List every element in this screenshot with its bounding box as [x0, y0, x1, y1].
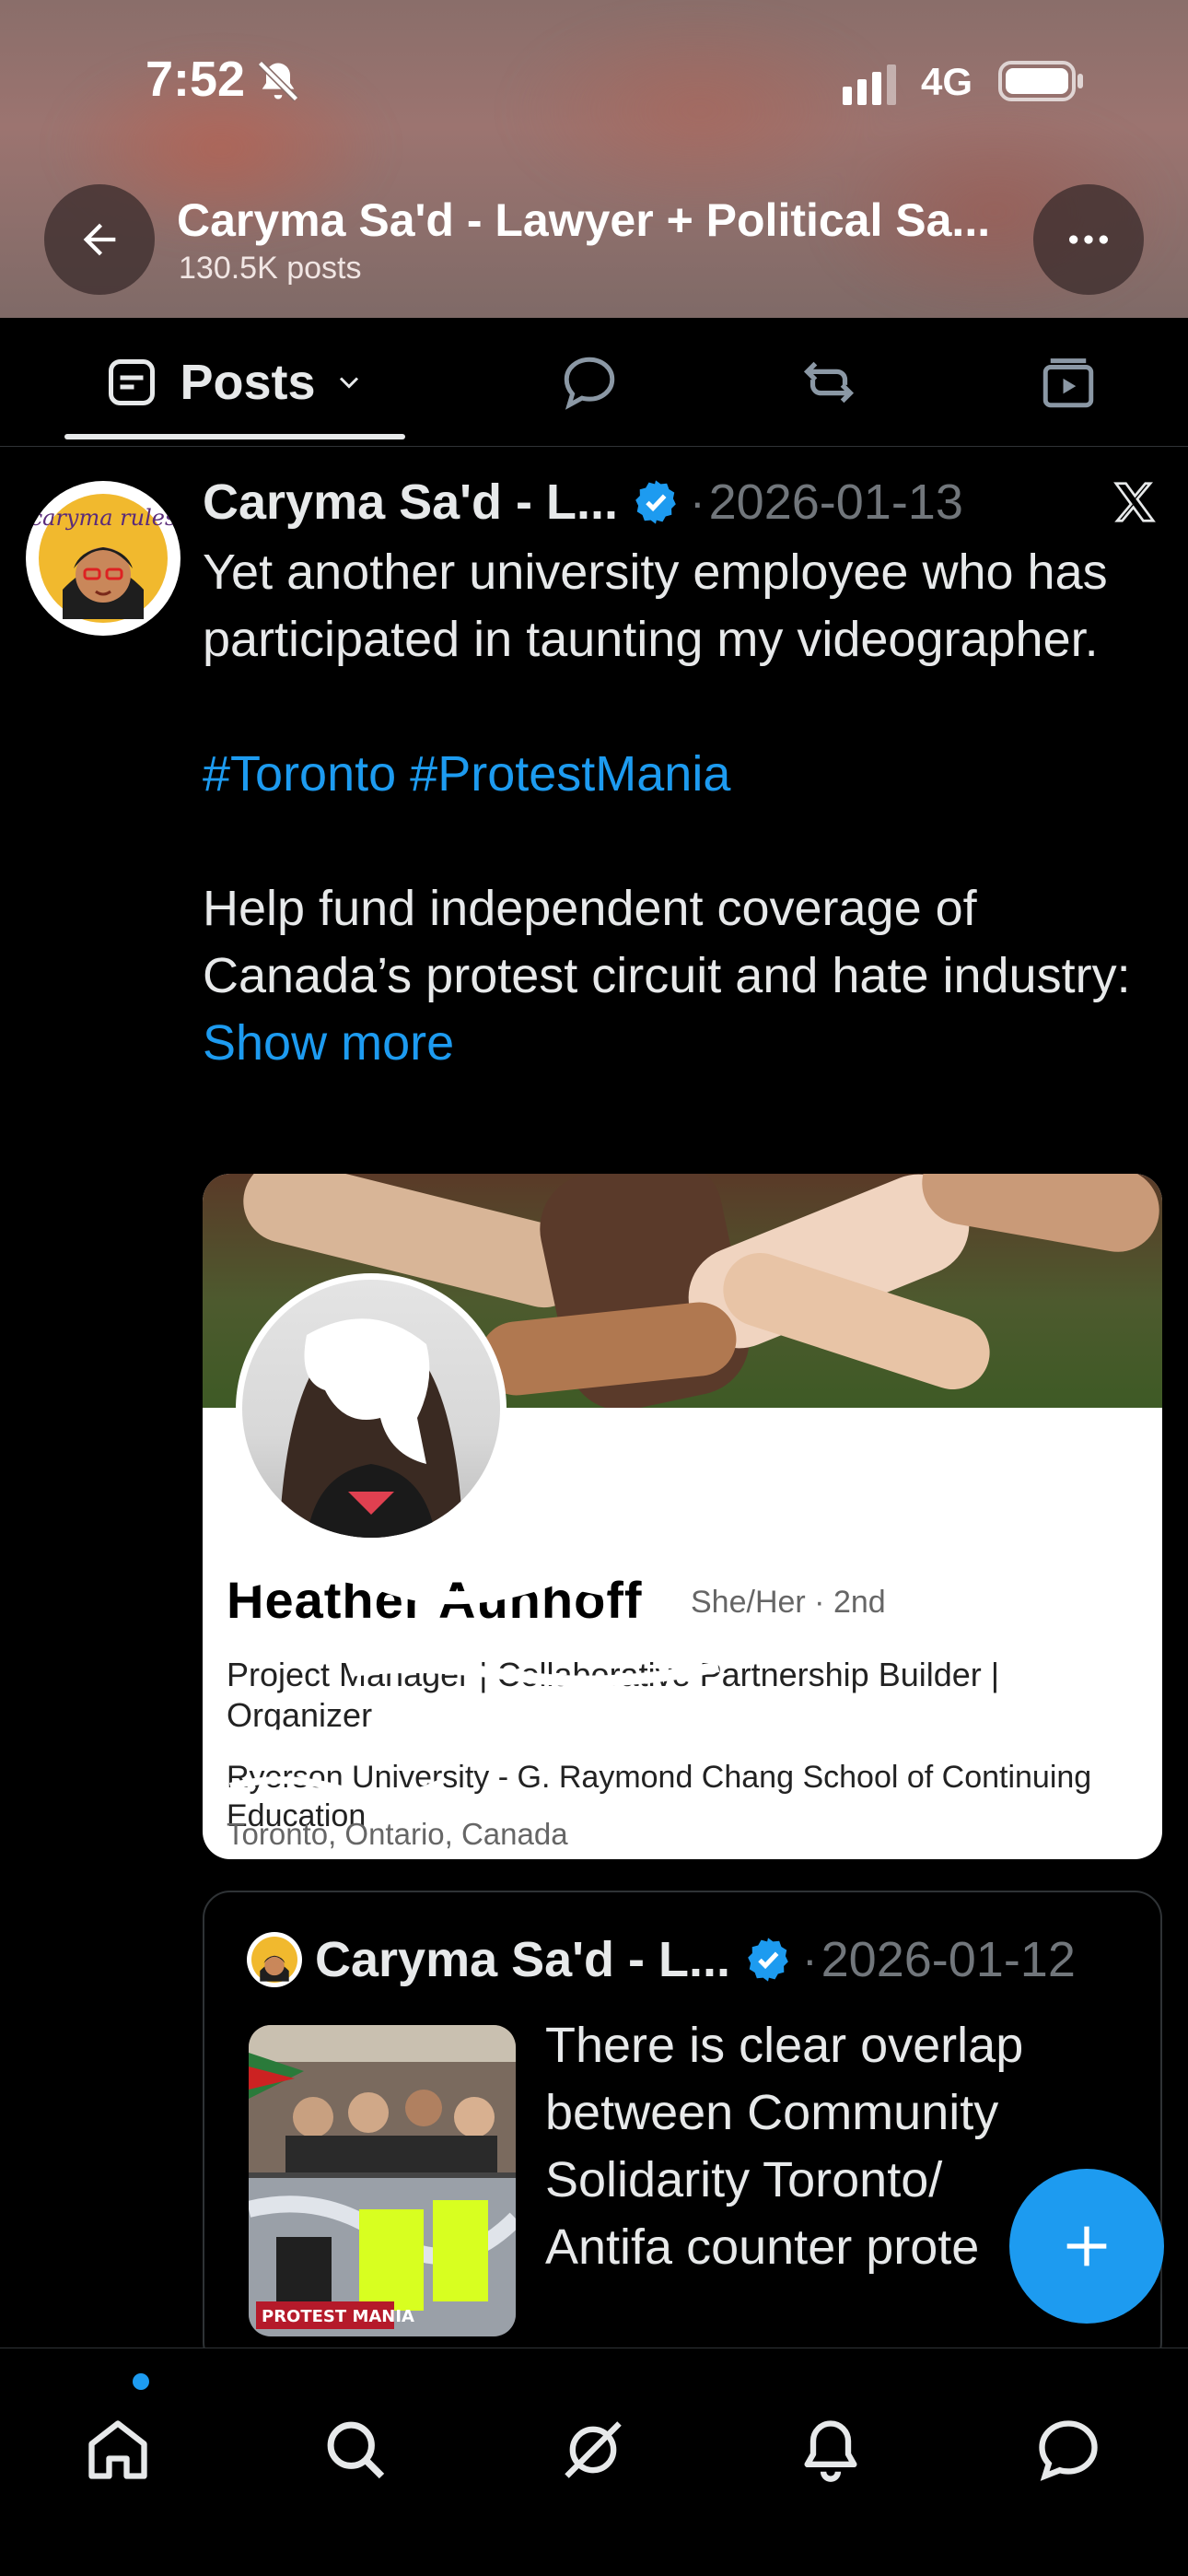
quoted-post[interactable]: Caryma Sa'd - L... · 2026-01-12 PROTEST …	[203, 1891, 1162, 2370]
nav-messages[interactable]	[1022, 2404, 1114, 2496]
quoted-author-avatar	[247, 1932, 302, 1987]
linkedin-location: Toronto, Ontario, Canada	[227, 1817, 568, 1851]
more-options-button[interactable]	[1033, 184, 1144, 295]
messages-icon	[1039, 2420, 1098, 2481]
thumbnail-caption: PROTEST MANIA	[262, 2307, 414, 2326]
bell-icon	[804, 2420, 857, 2482]
profile-tabs: Posts	[0, 318, 1188, 447]
post-separator: ·	[689, 476, 705, 528]
post-header: Caryma Sa'd - L... · 2026-01-13	[203, 470, 963, 534]
header-post-count: 130.5K posts	[179, 251, 362, 286]
post-body: Yet another university employee who has …	[203, 539, 1160, 1077]
plus-icon	[1066, 2226, 1107, 2266]
media-icon	[1042, 358, 1094, 408]
person-photo	[279, 1318, 463, 1538]
status-time: 7:52	[146, 52, 246, 107]
compose-button[interactable]	[1009, 2169, 1164, 2324]
avatar-text: caryma rules	[30, 505, 177, 531]
home-notification-badge	[133, 2373, 149, 2390]
post-image[interactable]: Heather Aunhoff She/Her · 2nd Project Ma…	[203, 1174, 1162, 1859]
show-more-link[interactable]: Show more	[203, 1015, 454, 1071]
post-text-line1: Yet another university employee who has …	[203, 544, 1108, 667]
verified-badge-icon	[635, 480, 676, 524]
profile-photo	[236, 1273, 507, 1544]
signal-icon	[843, 64, 896, 105]
home-icon	[88, 2420, 147, 2479]
profile-header: 7:52 4G Caryma Sa'd - Lawyer + Political…	[0, 0, 1188, 318]
tab-posts-label: Posts	[180, 355, 316, 410]
header-title: Caryma Sa'd - Lawyer + Political Sa...	[177, 194, 991, 246]
linkedin-pronouns: She/Her · 2nd	[691, 1585, 886, 1620]
grok-icon	[565, 2421, 622, 2478]
linkedin-headline: Project Manager | Collaborative Partners…	[227, 1656, 1000, 1734]
arrow-left-icon	[83, 223, 116, 256]
author-avatar[interactable]: caryma rules	[26, 481, 181, 636]
replies-icon	[564, 357, 615, 410]
bell-off-icon	[257, 60, 299, 102]
status-bar: 7:52 4G	[0, 0, 1188, 166]
posts-icon	[109, 359, 156, 405]
tab-replies[interactable]	[543, 318, 635, 447]
active-tab-indicator	[64, 434, 405, 439]
hashtag-toronto[interactable]: #Toronto	[203, 746, 396, 802]
post-text-line2: Help fund independent coverage of Canada…	[203, 881, 1131, 1003]
tab-posts[interactable]: Posts	[64, 318, 405, 447]
nav-grok[interactable]	[547, 2404, 639, 2496]
hashtag-protestmania[interactable]: #ProtestMania	[410, 746, 730, 802]
tab-reposts[interactable]	[783, 318, 875, 447]
nav-search[interactable]	[309, 2404, 402, 2496]
avatar-illustration: caryma rules	[30, 494, 177, 623]
post-author[interactable]: Caryma Sa'd - L...	[203, 474, 618, 531]
x-logo-icon	[1113, 482, 1156, 522]
nav-home[interactable]	[72, 2404, 164, 2496]
quoted-author: Caryma Sa'd - L...	[315, 1932, 730, 1987]
more-icon	[1069, 235, 1108, 244]
quoted-date: 2026-01-12	[821, 1932, 1076, 1987]
quoted-post-thumbnail: PROTEST MANIA	[249, 2025, 516, 2336]
quoted-post-header: Caryma Sa'd - L... · 2026-01-12	[247, 1927, 1076, 1992]
battery-icon	[998, 61, 1083, 101]
linkedin-name: Heather Aunhoff	[227, 1571, 643, 1629]
chevron-down-icon	[339, 377, 358, 389]
verified-badge-icon	[748, 1938, 788, 1982]
bottom-navigation	[0, 2348, 1188, 2576]
search-icon	[327, 2421, 385, 2479]
network-type: 4G	[921, 60, 973, 103]
quoted-separator: ·	[801, 1934, 818, 1985]
reposts-icon	[803, 361, 855, 404]
back-button[interactable]	[44, 184, 155, 295]
nav-notifications[interactable]	[785, 2404, 877, 2496]
post-date[interactable]: 2026-01-13	[709, 474, 963, 531]
tab-media[interactable]	[1022, 318, 1114, 447]
